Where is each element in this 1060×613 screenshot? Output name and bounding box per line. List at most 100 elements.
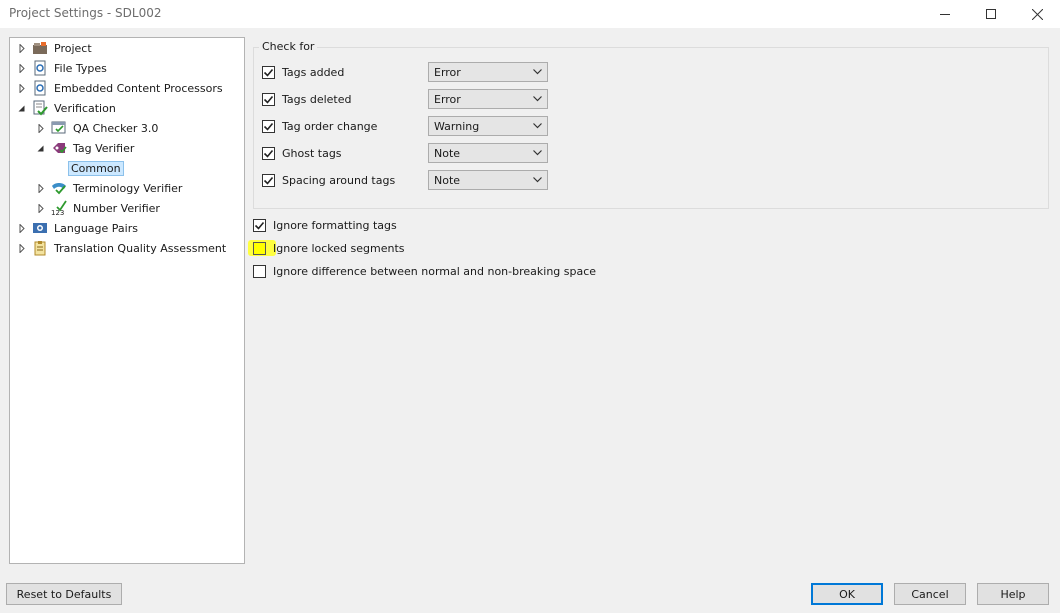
ghost-tags-severity-select[interactable]: Note <box>428 143 548 163</box>
tree-item-terminology-verifier[interactable]: Terminology Verifier <box>36 178 184 198</box>
tree-item-language-pairs[interactable]: Language Pairs <box>17 218 140 238</box>
tree-item-tag-verifier[interactable]: Tag Verifier <box>36 138 136 158</box>
reset-to-defaults-button[interactable]: Reset to Defaults <box>6 583 122 605</box>
ignore-formatting-tags-checkbox[interactable] <box>253 218 266 232</box>
tags-added-label: Tags added <box>282 65 345 79</box>
ignore-formatting-tags-option[interactable]: Ignore formatting tags <box>253 215 397 235</box>
check-tag-order-change[interactable]: Tag order change <box>262 116 377 136</box>
tree-item-embedded-content-processors[interactable]: Embedded Content Processors <box>17 78 225 98</box>
window-title: Project Settings - SDL002 <box>9 6 162 20</box>
tags-added-severity-value: Error <box>434 65 461 79</box>
tree-item-label: Terminology Verifier <box>73 181 183 195</box>
tree-item-label: File Types <box>54 61 107 75</box>
tag-order-change-checkbox[interactable] <box>262 119 275 133</box>
check-ghost-tags[interactable]: Ghost tags <box>262 143 342 163</box>
tags-added-severity-select[interactable]: Error <box>428 62 548 82</box>
title-bar: Project Settings - SDL002 <box>0 0 1060 28</box>
tree-item-label: QA Checker 3.0 <box>73 121 159 135</box>
checkmark-icon <box>263 122 274 131</box>
number-verifier-icon: 123 <box>51 200 67 216</box>
tag-order-change-severity-value: Warning <box>434 119 480 133</box>
spacing-around-tags-label: Spacing around tags <box>282 173 396 187</box>
tqa-icon <box>32 240 48 256</box>
tree-item-label: Project <box>54 41 92 55</box>
tags-deleted-severity-select[interactable]: Error <box>428 89 548 109</box>
ignore-nbsp-difference-option[interactable]: Ignore difference between normal and non… <box>253 261 596 281</box>
expand-arrow-icon[interactable] <box>17 223 26 233</box>
tree-item-label: Common <box>68 160 124 176</box>
project-icon <box>32 40 48 56</box>
embedded-content-icon <box>32 80 48 96</box>
tags-added-checkbox[interactable] <box>262 65 275 79</box>
checkmark-icon <box>263 68 274 77</box>
chevron-down-icon <box>533 150 542 156</box>
ignore-nbsp-difference-label: Ignore difference between normal and non… <box>273 264 597 278</box>
tree-item-project[interactable]: Project <box>17 38 94 58</box>
tree-item-qa-checker[interactable]: QA Checker 3.0 <box>36 118 160 138</box>
check-spacing-around-tags[interactable]: Spacing around tags <box>262 170 395 190</box>
checkmark-icon <box>254 221 265 230</box>
collapse-arrow-icon[interactable] <box>36 144 45 153</box>
file-types-icon <box>32 60 48 76</box>
ok-button[interactable]: OK <box>811 583 883 605</box>
expand-arrow-icon[interactable] <box>17 63 26 73</box>
check-tags-deleted[interactable]: Tags deleted <box>262 89 352 109</box>
ghost-tags-label: Ghost tags <box>282 146 342 160</box>
check-tags-added[interactable]: Tags added <box>262 62 344 82</box>
tree-item-label: Embedded Content Processors <box>54 81 223 95</box>
expand-arrow-icon[interactable] <box>17 43 26 53</box>
tag-order-change-severity-select[interactable]: Warning <box>428 116 548 136</box>
chevron-down-icon <box>533 177 542 183</box>
tree-item-number-verifier[interactable]: 123 Number Verifier <box>36 198 162 218</box>
spacing-around-tags-checkbox[interactable] <box>262 173 275 187</box>
tag-verifier-icon <box>51 140 67 156</box>
terminology-verifier-icon <box>51 180 67 196</box>
tree-item-verification[interactable]: Verification <box>17 98 118 118</box>
ignore-formatting-tags-label: Ignore formatting tags <box>273 218 397 232</box>
tree-item-file-types[interactable]: File Types <box>17 58 109 78</box>
spacing-around-tags-severity-select[interactable]: Note <box>428 170 548 190</box>
tree-item-label: Language Pairs <box>54 221 138 235</box>
tree-item-label: Translation Quality Assessment <box>54 241 227 255</box>
checkmark-icon <box>263 149 274 158</box>
qa-checker-icon <box>51 120 67 136</box>
tree-item-label: Tag Verifier <box>73 141 135 155</box>
collapse-arrow-icon[interactable] <box>17 104 26 113</box>
ghost-tags-checkbox[interactable] <box>262 146 275 160</box>
ignore-locked-segments-option[interactable]: Ignore locked segments <box>253 238 405 258</box>
expand-arrow-icon[interactable] <box>36 123 45 133</box>
chevron-down-icon <box>533 69 542 75</box>
tags-deleted-checkbox[interactable] <box>262 92 275 106</box>
tree-item-label: Verification <box>54 101 116 115</box>
minimize-icon <box>940 14 950 15</box>
verification-icon <box>32 100 48 116</box>
checkmark-icon <box>263 95 274 104</box>
tree-item-translation-quality-assessment[interactable]: Translation Quality Assessment <box>17 238 228 258</box>
ignore-locked-segments-checkbox[interactable] <box>253 241 266 255</box>
help-button[interactable]: Help <box>977 583 1049 605</box>
maximize-icon <box>986 9 996 19</box>
ignore-locked-segments-label: Ignore locked segments <box>273 241 405 255</box>
settings-tree[interactable]: Project File Types Embedded Content Proc… <box>9 37 245 564</box>
tags-deleted-label: Tags deleted <box>282 92 352 106</box>
tree-item-label: Number Verifier <box>73 201 160 215</box>
checkmark-icon <box>263 176 274 185</box>
maximize-button[interactable] <box>968 0 1014 28</box>
close-icon <box>1031 8 1043 20</box>
ignore-nbsp-difference-checkbox[interactable] <box>253 264 266 278</box>
tree-item-common[interactable]: Common <box>68 158 124 178</box>
close-button[interactable] <box>1014 0 1060 28</box>
expand-arrow-icon[interactable] <box>17 83 26 93</box>
spacing-around-tags-severity-value: Note <box>434 173 461 187</box>
minimize-button[interactable] <box>922 0 968 28</box>
check-for-title: Check for <box>259 40 318 53</box>
language-pairs-icon <box>32 220 48 236</box>
expand-arrow-icon[interactable] <box>17 243 26 253</box>
expand-arrow-icon[interactable] <box>36 203 45 213</box>
cancel-button[interactable]: Cancel <box>894 583 966 605</box>
chevron-down-icon <box>533 96 542 102</box>
tag-order-change-label: Tag order change <box>282 119 378 133</box>
svg-text:123: 123 <box>51 209 64 216</box>
tags-deleted-severity-value: Error <box>434 92 461 106</box>
expand-arrow-icon[interactable] <box>36 183 45 193</box>
